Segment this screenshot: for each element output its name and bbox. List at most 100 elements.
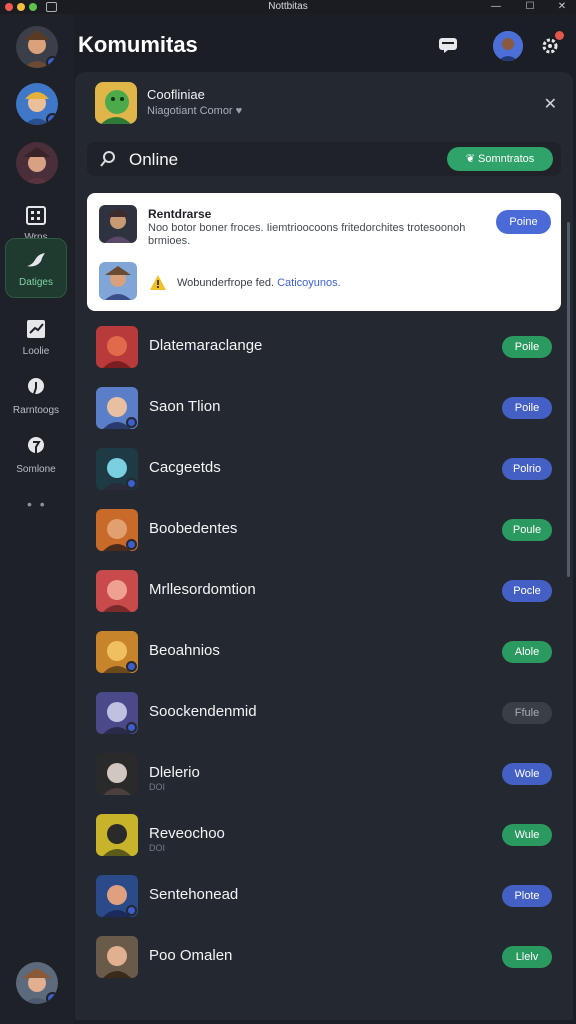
group-thumbnail [95, 82, 137, 124]
member-name: Boobedentes [149, 520, 238, 537]
member-row[interactable]: Poo Omalen Llelv [75, 928, 573, 988]
presence-dot [46, 56, 58, 68]
presence-dot [126, 905, 137, 916]
group-card[interactable]: Coofliniae Niagotiant Comor ♥ ✕ [75, 72, 573, 134]
sidebar-item-label: Loolie [22, 346, 50, 357]
member-row[interactable]: Boobedentes Poule [75, 501, 573, 561]
title-bar: Nottbitas — ☐ ✕ [0, 0, 576, 14]
notification-avatar [99, 205, 137, 243]
more-menu[interactable]: • • [27, 496, 47, 512]
presence-dot [126, 661, 137, 672]
sidebar: Wrns Datiges Loolie Rarntoogs Somlone • … [0, 14, 74, 1024]
presence-dot [126, 539, 137, 550]
calendar-icon [23, 203, 49, 229]
search-input[interactable]: Online [129, 150, 178, 170]
member-avatar [96, 875, 138, 917]
member-name: Dlelerio [149, 764, 200, 781]
user-avatar-3[interactable] [16, 142, 58, 184]
presence-dot [126, 478, 137, 489]
presence-dot [126, 722, 137, 733]
member-status-button[interactable]: Plote [502, 885, 552, 907]
search-bar[interactable]: Online ❦ Somntratos [87, 142, 561, 176]
member-status-button[interactable]: Wole [502, 763, 552, 785]
chat-icon[interactable] [438, 36, 458, 58]
sidebar-item-label: Rarntoogs [12, 405, 60, 416]
member-avatar [96, 936, 138, 978]
member-row[interactable]: Dlelerio DOI Wole [75, 745, 573, 805]
notification-text: Noo botor boner froces. Iiemtrioocoons f… [148, 222, 466, 247]
leaf-icon: ❦ [465, 153, 479, 165]
member-avatar [96, 692, 138, 734]
member-avatar [96, 448, 138, 490]
notification-card: Rentdrarse Noo botor boner froces. Iiemt… [87, 193, 561, 311]
member-avatar [96, 753, 138, 795]
member-row[interactable]: Saon Tlion Poile [75, 379, 573, 439]
member-status-button[interactable]: Ffule [502, 702, 552, 724]
member-row[interactable]: Mrllesordomtion Pocle [75, 562, 573, 622]
member-status-button[interactable]: Pocle [502, 580, 552, 602]
notification-button[interactable]: Poine [496, 210, 551, 234]
member-name: Mrllesordomtion [149, 581, 256, 598]
member-status-button[interactable]: Poule [502, 519, 552, 541]
close-icon[interactable]: ✕ [552, 0, 572, 14]
close-icon[interactable]: ✕ [544, 94, 557, 114]
member-row[interactable]: Sentehonead Plote [75, 867, 573, 927]
sidebar-item-1[interactable]: Datiges [5, 238, 67, 298]
member-name: Sentehonead [149, 886, 239, 903]
member-subtitle: DOI [149, 843, 166, 853]
user-avatar-2[interactable] [16, 83, 58, 125]
search-filter-button[interactable]: ❦ Somntratos [447, 147, 553, 171]
member-avatar [96, 570, 138, 612]
pin-icon [23, 376, 49, 402]
sidebar-item-label: Datiges [19, 277, 53, 288]
notification-avatar-2 [99, 262, 137, 300]
notification-title: Rentdrarse [148, 207, 212, 221]
member-avatar [96, 631, 138, 673]
notification-badge [555, 31, 564, 40]
page-title: Komumitas [78, 32, 198, 57]
member-name: Cacgeetds [149, 459, 221, 476]
member-avatar [96, 326, 138, 368]
member-row[interactable]: Reveochoo DOI Wule [75, 806, 573, 866]
warning-icon [149, 274, 167, 292]
minimize-icon[interactable]: — [486, 0, 506, 14]
sidebar-item-3[interactable]: Rarntoogs [5, 367, 67, 427]
presence-dot [126, 417, 137, 428]
main-panel: Coofliniae Niagotiant Comor ♥ ✕ Online ❦… [75, 72, 573, 1020]
heart-icon: ♥ [235, 105, 243, 117]
chart-icon [23, 317, 49, 343]
member-status-button[interactable]: Poile [502, 336, 552, 358]
presence-dot [46, 113, 58, 125]
member-avatar [96, 814, 138, 856]
member-row[interactable]: Beoahnios Alole [75, 623, 573, 683]
member-row[interactable]: Cacgeetds Polrio [75, 440, 573, 500]
member-name: Saon Tlion [149, 398, 221, 415]
member-name: Soockendenmid [149, 703, 257, 720]
sidebar-item-label: Somlone [16, 464, 56, 475]
member-row[interactable]: Dlatemaraclange Poile [75, 318, 573, 378]
header-avatar[interactable] [493, 31, 523, 61]
member-status-button[interactable]: Wule [502, 824, 552, 846]
sidebar-item-4[interactable]: Somlone [5, 426, 67, 486]
profile-avatar[interactable] [16, 962, 58, 1004]
member-row[interactable]: Soockendenmid Ffule [75, 684, 573, 744]
member-status-button[interactable]: Llelv [502, 946, 552, 968]
group-subtitle: Niagotiant Comor ♥ [147, 105, 243, 117]
marker-icon [23, 435, 49, 461]
member-name: Beoahnios [149, 642, 220, 659]
user-avatar-1[interactable] [16, 26, 58, 68]
member-name: Dlatemaraclange [149, 337, 263, 354]
sidebar-item-2[interactable]: Loolie [5, 308, 67, 368]
search-icon [99, 150, 117, 172]
restore-icon[interactable]: ☐ [520, 0, 540, 14]
member-avatar [96, 509, 138, 551]
presence-dot [46, 992, 58, 1004]
member-status-button[interactable]: Polrio [502, 458, 552, 480]
member-status-button[interactable]: Alole [502, 641, 552, 663]
notification-detail: Wobunderfrope fed. Caticoyunos. [177, 277, 341, 289]
member-subtitle: DOI [149, 782, 166, 792]
notification-link[interactable]: Caticoyunos. [277, 277, 341, 289]
bird-icon [23, 248, 49, 274]
member-name: Poo Omalen [149, 947, 233, 964]
member-status-button[interactable]: Poile [502, 397, 552, 419]
